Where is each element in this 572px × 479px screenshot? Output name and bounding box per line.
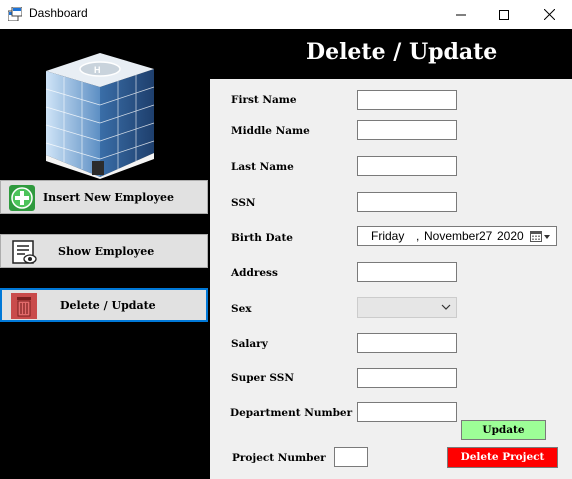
chevron-down-icon — [441, 304, 451, 310]
super-ssn-field[interactable] — [357, 368, 457, 388]
sidebar: H Insert New Employee Show Employee Dele… — [0, 29, 210, 479]
minimize-button[interactable] — [438, 0, 484, 29]
maximize-icon — [499, 9, 509, 20]
svg-text:H: H — [94, 65, 101, 75]
app-icon — [8, 7, 22, 21]
address-label: Address — [231, 267, 278, 279]
ssn-label: SSN — [231, 197, 256, 209]
sidebar-item-delete-update[interactable]: Delete / Update — [0, 288, 208, 322]
project-number-field[interactable] — [334, 447, 368, 467]
birth-date-weekday: Friday — [371, 229, 405, 243]
department-number-field[interactable] — [357, 402, 457, 422]
minimize-icon — [456, 14, 466, 15]
birth-date-comma: , — [416, 229, 420, 243]
sidebar-item-label: Delete / Update — [60, 299, 156, 312]
window-title: Dashboard — [29, 6, 88, 20]
birth-date-day: 27 — [479, 229, 493, 243]
address-field[interactable] — [357, 262, 457, 282]
middle-name-label: Middle Name — [231, 125, 310, 137]
sex-label: Sex — [231, 303, 252, 315]
department-number-label: Department Number — [230, 407, 353, 419]
last-name-label: Last Name — [231, 161, 294, 173]
employee-form: First Name Middle Name Last Name SSN Bir… — [210, 79, 572, 479]
middle-name-field[interactable] — [357, 120, 457, 140]
sidebar-item-label: Insert New Employee — [43, 191, 175, 204]
last-name-field[interactable] — [357, 156, 457, 176]
birth-date-month: November — [424, 229, 480, 243]
sidebar-item-show-employee[interactable]: Show Employee — [0, 234, 208, 268]
calendar-dropdown-icon[interactable] — [530, 230, 552, 243]
super-ssn-label: Super SSN — [231, 372, 294, 384]
header: Delete / Update — [210, 29, 572, 79]
view-list-icon — [12, 240, 37, 264]
salary-field[interactable] — [357, 333, 457, 353]
sex-select[interactable] — [357, 297, 457, 318]
title-bar: Dashboard — [0, 0, 572, 29]
first-name-field[interactable] — [357, 90, 457, 110]
sidebar-item-label: Show Employee — [58, 245, 155, 258]
first-name-label: First Name — [231, 94, 297, 106]
update-button[interactable]: Update — [461, 420, 546, 440]
maximize-button[interactable] — [481, 0, 527, 29]
birth-date-year: 2020 — [497, 229, 524, 243]
plus-icon — [9, 185, 35, 211]
salary-label: Salary — [231, 338, 268, 350]
close-icon — [543, 9, 555, 20]
building-logo-icon: H — [45, 53, 155, 179]
page-title: Delete / Update — [306, 39, 498, 65]
ssn-field[interactable] — [357, 192, 457, 212]
trash-icon — [11, 293, 37, 319]
sidebar-item-insert-new-employee[interactable]: Insert New Employee — [0, 180, 208, 214]
close-button[interactable] — [526, 0, 572, 29]
birth-date-label: Birth Date — [231, 232, 293, 244]
delete-project-button[interactable]: Delete Project — [447, 447, 558, 468]
project-number-label: Project Number — [232, 452, 326, 464]
birth-date-picker[interactable]: Friday , November 27 2020 — [357, 226, 557, 246]
